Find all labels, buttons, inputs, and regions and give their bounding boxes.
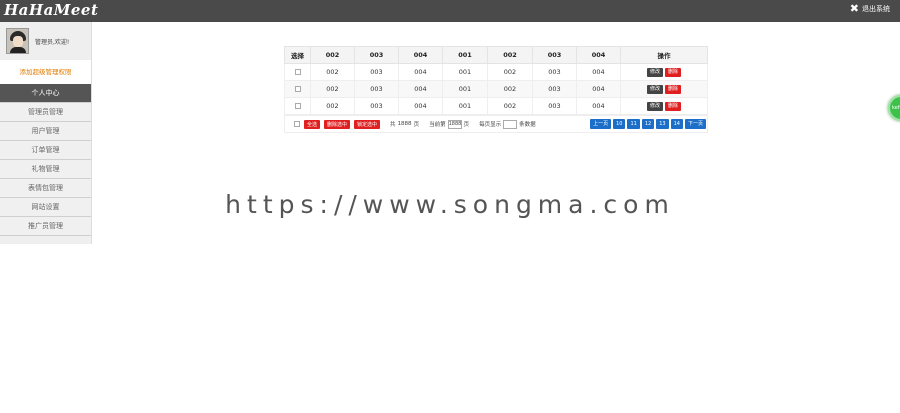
avatar: [6, 28, 29, 54]
table-cell: 002: [310, 63, 355, 81]
total-pages: 共 1888 页: [390, 121, 420, 128]
column-header: 选择: [284, 46, 311, 64]
table-cell: 002: [310, 97, 355, 115]
table-row: 002 003 004 001 002 003 004 修改 删除: [284, 97, 708, 115]
sidebar-item-gift-management[interactable]: 礼物管理: [0, 160, 91, 179]
select-all-button[interactable]: 全选: [304, 119, 321, 129]
delete-button[interactable]: 删除: [665, 68, 682, 77]
page-button[interactable]: 12: [641, 119, 655, 129]
edit-button[interactable]: 修改: [646, 68, 663, 77]
page-button[interactable]: 14: [670, 119, 683, 129]
delete-button[interactable]: 删除: [665, 102, 682, 111]
table-footer: 全选 删除选中 锁定选中 共 1888 页 当前第 1888 页 每页显示 条数据 …: [284, 115, 708, 133]
table-cell: 002: [487, 80, 533, 98]
current-page: 当前第 1888 页: [429, 119, 470, 129]
per-page: 每页显示 条数据: [479, 119, 536, 129]
exit-button[interactable]: ✖ 退出系统: [849, 2, 890, 15]
page-button[interactable]: 10: [613, 119, 626, 129]
delete-button[interactable]: 删除: [665, 85, 682, 94]
select-all-checkbox[interactable]: [294, 121, 300, 127]
username: 管理员,欢迎!: [35, 38, 70, 46]
data-table-panel: 选择 002 003 004 001 002 003 004 操作 002 00…: [284, 46, 708, 133]
edit-button[interactable]: 修改: [646, 102, 663, 111]
table-cell: 002: [487, 63, 533, 81]
sidebar-item-admin-management[interactable]: 管理员管理: [0, 103, 91, 122]
column-header: 004: [398, 46, 443, 64]
sidebar-item-user-management[interactable]: 用户管理: [0, 122, 91, 141]
row-checkbox[interactable]: [294, 86, 301, 92]
data-table: 选择 002 003 004 001 002 003 004 操作 002 00…: [284, 46, 708, 115]
table-cell: 001: [442, 80, 488, 98]
user-panel: 管理员,欢迎!: [0, 22, 91, 60]
next-page-button[interactable]: 下一页: [684, 119, 706, 129]
table-row: 002 003 004 001 002 003 004 修改 删除: [284, 80, 708, 98]
table-cell: 001: [442, 97, 488, 115]
page-button[interactable]: 11: [627, 119, 640, 129]
pagination: 上一页 10 11 12 13 14 下一页: [590, 119, 706, 129]
column-header: 001: [442, 46, 488, 64]
table-cell: 004: [576, 80, 621, 98]
per-page-input[interactable]: [503, 119, 518, 129]
prev-page-button[interactable]: 上一页: [590, 119, 612, 129]
column-header: 操作: [620, 46, 708, 64]
table-cell: 003: [532, 80, 577, 98]
table-header-row: 选择 002 003 004 001 002 003 004 操作: [284, 46, 708, 64]
table-cell: 004: [398, 63, 443, 81]
lock-selected-button[interactable]: 锁定选中: [354, 119, 381, 129]
watermark: https://www.songma.com: [225, 190, 675, 219]
edit-button[interactable]: 修改: [646, 85, 663, 94]
page-button[interactable]: 13: [656, 119, 669, 129]
table-cell: 003: [354, 80, 399, 98]
table-cell: 004: [576, 97, 621, 115]
sidebar-notice-link[interactable]: 添加超级管理权限: [0, 60, 91, 84]
column-header: 004: [576, 46, 621, 64]
table-cell: 002: [310, 80, 355, 98]
table-cell: 002: [487, 97, 533, 115]
table-row: 002 003 004 001 002 003 004 修改 删除: [284, 63, 708, 81]
table-cell: 003: [354, 63, 399, 81]
close-icon: ✖: [849, 2, 859, 15]
table-cell: 004: [398, 97, 443, 115]
column-header: 003: [532, 46, 577, 64]
column-header: 002: [310, 46, 355, 64]
floating-service-button[interactable]: kefu: [888, 95, 900, 121]
table-cell: 003: [354, 97, 399, 115]
table-cell: 003: [532, 97, 577, 115]
current-page-input[interactable]: 1888: [447, 119, 462, 129]
delete-selected-button[interactable]: 删除选中: [324, 119, 351, 129]
sidebar-item-personal-center[interactable]: 个人中心: [0, 84, 91, 103]
row-checkbox[interactable]: [294, 103, 301, 109]
top-bar: HaHaMeet ✖ 退出系统: [0, 0, 900, 22]
table-cell: 004: [576, 63, 621, 81]
table-cell: 001: [442, 63, 488, 81]
sidebar-item-promoter-management[interactable]: 推广员管理: [0, 217, 91, 236]
column-header: 003: [354, 46, 399, 64]
table-cell: 003: [532, 63, 577, 81]
row-checkbox[interactable]: [294, 69, 301, 75]
table-cell: 004: [398, 80, 443, 98]
app-logo: HaHaMeet: [4, 1, 99, 19]
column-header: 002: [487, 46, 533, 64]
sidebar-item-order-management[interactable]: 订单管理: [0, 141, 91, 160]
exit-label: 退出系统: [862, 5, 890, 13]
